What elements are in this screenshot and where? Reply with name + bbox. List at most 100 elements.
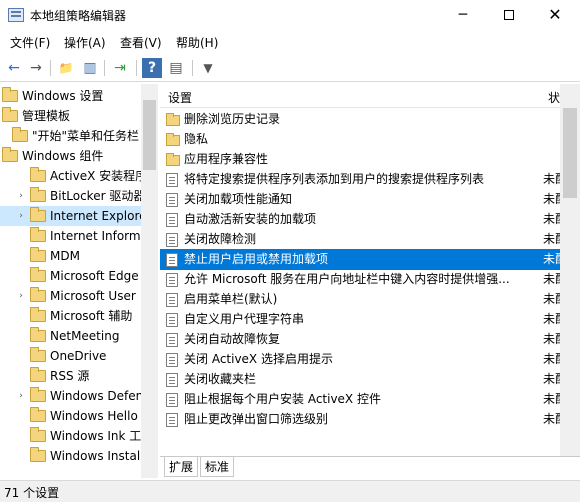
up-folder-icon[interactable]: 📁	[56, 58, 76, 78]
tree-item-label: Internet Explorer	[50, 209, 152, 223]
toolbar: ← → 📁 ▥ ⇥ ? ▤ ▼	[0, 54, 580, 82]
folder-icon	[12, 127, 28, 142]
policy-setting-icon	[166, 193, 178, 207]
list-setting-row[interactable]: 阻止根据每个用户安装 ActiveX 控件 未配	[160, 389, 567, 410]
policy-setting-icon	[166, 393, 178, 407]
tree-item-label: RSS 源	[50, 369, 90, 383]
menu-action[interactable]: 操作(A)	[64, 34, 106, 51]
list-setting-row[interactable]: 关闭加载项性能通知 未配	[160, 189, 567, 210]
setting-label: 允许 Microsoft 服务在用户向地址栏中键入内容时提供增强...	[184, 272, 510, 286]
toolbar-separator	[50, 60, 51, 76]
list-setting-row[interactable]: 自动激活新安装的加载项 未配	[160, 209, 567, 230]
menu-file[interactable]: 文件(F)	[10, 34, 50, 51]
setting-label: 自动激活新安装的加载项	[184, 212, 317, 226]
tree-item-label: ActiveX 安装程序	[50, 169, 148, 183]
setting-label: 隐私	[184, 132, 209, 146]
policy-setting-icon	[166, 233, 178, 247]
list-setting-row[interactable]: 允许 Microsoft 服务在用户向地址栏中键入内容时提供增强... 未配	[160, 269, 567, 290]
list-setting-row[interactable]: 关闭自动故障恢复 未配	[160, 329, 567, 350]
folder-icon	[30, 227, 46, 242]
tree-item[interactable]: Windows Hello	[0, 406, 141, 426]
folder-icon	[30, 387, 46, 402]
tree-item[interactable]: Windows Installer	[0, 446, 156, 466]
folder-icon	[30, 447, 46, 462]
folder-icon	[30, 287, 46, 302]
list-scrollbar-thumb[interactable]	[563, 108, 577, 198]
tree-item[interactable]: › Windows Defender	[0, 386, 157, 406]
export-list-icon[interactable]: ⇥	[110, 58, 130, 78]
policy-setting-icon	[166, 373, 178, 387]
toolbar-separator	[104, 60, 105, 76]
tree-item-label: MDM	[50, 249, 80, 263]
menu-view[interactable]: 查看(V)	[120, 34, 162, 51]
setting-label: 阻止根据每个用户安装 ActiveX 控件	[184, 392, 381, 406]
tree-item[interactable]: ⌄Windows 组件	[0, 146, 141, 166]
tree-pane: Windows 设置管理模板 "开始"菜单和任务栏 ⌄Windows 组件 Activ…	[0, 84, 158, 478]
folder-icon	[2, 87, 18, 102]
chevron-right-icon[interactable]: ›	[16, 206, 26, 226]
setting-label: 关闭加载项性能通知	[184, 192, 293, 206]
tab-extended[interactable]: 扩展	[164, 457, 199, 477]
title-bar: 本地组策略编辑器 ─ ✕	[0, 0, 580, 30]
list-folder-row[interactable]: 删除浏览历史记录	[160, 109, 560, 130]
tree-item[interactable]: "开始"菜单和任务栏	[0, 126, 141, 146]
tree-item[interactable]: › BitLocker 驱动器	[0, 186, 145, 206]
tree-item-label: Microsoft Edge	[50, 269, 139, 283]
list-setting-row[interactable]: 禁止用户启用或禁用加载项 未配	[160, 249, 567, 270]
column-header: 设置 状	[160, 84, 580, 108]
chevron-right-icon[interactable]: ›	[16, 286, 26, 306]
folder-icon	[30, 167, 46, 182]
menu-help[interactable]: 帮助(H)	[176, 34, 218, 51]
list-setting-row[interactable]: 阻止更改弹出窗口筛选级别 未配	[160, 409, 567, 430]
folder-icon	[30, 187, 46, 202]
chevron-right-icon[interactable]: ›	[16, 186, 26, 206]
setting-label: 将特定搜索提供程序列表添加到用户的搜索提供程序列表	[184, 172, 485, 186]
tree-item[interactable]: Windows Ink 工作区	[0, 426, 157, 446]
setting-label: 应用程序兼容性	[184, 152, 269, 166]
list-folder-row[interactable]: 隐私	[160, 129, 560, 150]
maximize-button[interactable]	[486, 0, 532, 30]
column-header-status[interactable]: 状	[548, 89, 560, 106]
tab-standard[interactable]: 标准	[200, 457, 235, 477]
tree-item[interactable]: 管理模板	[0, 106, 141, 126]
tree-item[interactable]: Internet Information	[0, 226, 157, 246]
policy-setting-icon	[166, 353, 178, 367]
tree-item[interactable]: Windows 设置	[0, 86, 141, 106]
forward-icon[interactable]: →	[26, 58, 46, 78]
list-setting-row[interactable]: 关闭 ActiveX 选择启用提示 未配	[160, 349, 567, 370]
properties-icon[interactable]: ▤	[166, 58, 186, 78]
tree-item[interactable]: › Microsoft User	[0, 286, 141, 306]
list-folder-row[interactable]: 应用程序兼容性	[160, 149, 560, 170]
filter-icon[interactable]: ▼	[198, 58, 218, 78]
list-setting-row[interactable]: 关闭故障检测 未配	[160, 229, 567, 250]
column-header-setting[interactable]: 设置	[168, 89, 192, 106]
help-icon[interactable]: ?	[142, 58, 162, 78]
back-icon[interactable]: ←	[4, 58, 24, 78]
list-setting-row[interactable]: 将特定搜索提供程序列表添加到用户的搜索提供程序列表 未配	[160, 169, 567, 190]
status-text: 71 个设置	[4, 486, 60, 500]
show-hide-tree-icon[interactable]: ▥	[80, 58, 100, 78]
tree-item[interactable]: Microsoft 辅助	[0, 306, 141, 326]
tree-item[interactable]: Microsoft Edge	[0, 266, 141, 286]
close-button[interactable]: ✕	[532, 0, 578, 30]
list-setting-row[interactable]: 自定义用户代理字符串 未配	[160, 309, 567, 330]
tree-item[interactable]: RSS 源	[0, 366, 141, 386]
tree-scrollbar-thumb[interactable]	[143, 100, 156, 170]
list-setting-row[interactable]: 关闭收藏夹栏 未配	[160, 369, 567, 390]
tree-item-label: NetMeeting	[50, 329, 120, 343]
setting-label: 删除浏览历史记录	[184, 112, 281, 126]
list-setting-row[interactable]: 启用菜单栏(默认) 未配	[160, 289, 567, 310]
tree-item[interactable]: OneDrive	[0, 346, 141, 366]
tree-item[interactable]: NetMeeting	[0, 326, 141, 346]
tree-item-label: Microsoft User	[50, 289, 136, 303]
tree-item[interactable]: › Internet Explorer	[0, 206, 151, 226]
setting-label: 关闭收藏夹栏	[184, 372, 257, 386]
app-icon	[8, 8, 24, 22]
chevron-right-icon[interactable]: ›	[16, 386, 26, 406]
tree-item[interactable]: MDM	[0, 246, 141, 266]
status-bar: 71 个设置	[0, 480, 580, 502]
folder-icon	[30, 427, 46, 442]
tree-item[interactable]: ActiveX 安装程序	[0, 166, 147, 186]
minimize-button[interactable]: ─	[440, 0, 486, 30]
folder-icon	[2, 107, 18, 122]
